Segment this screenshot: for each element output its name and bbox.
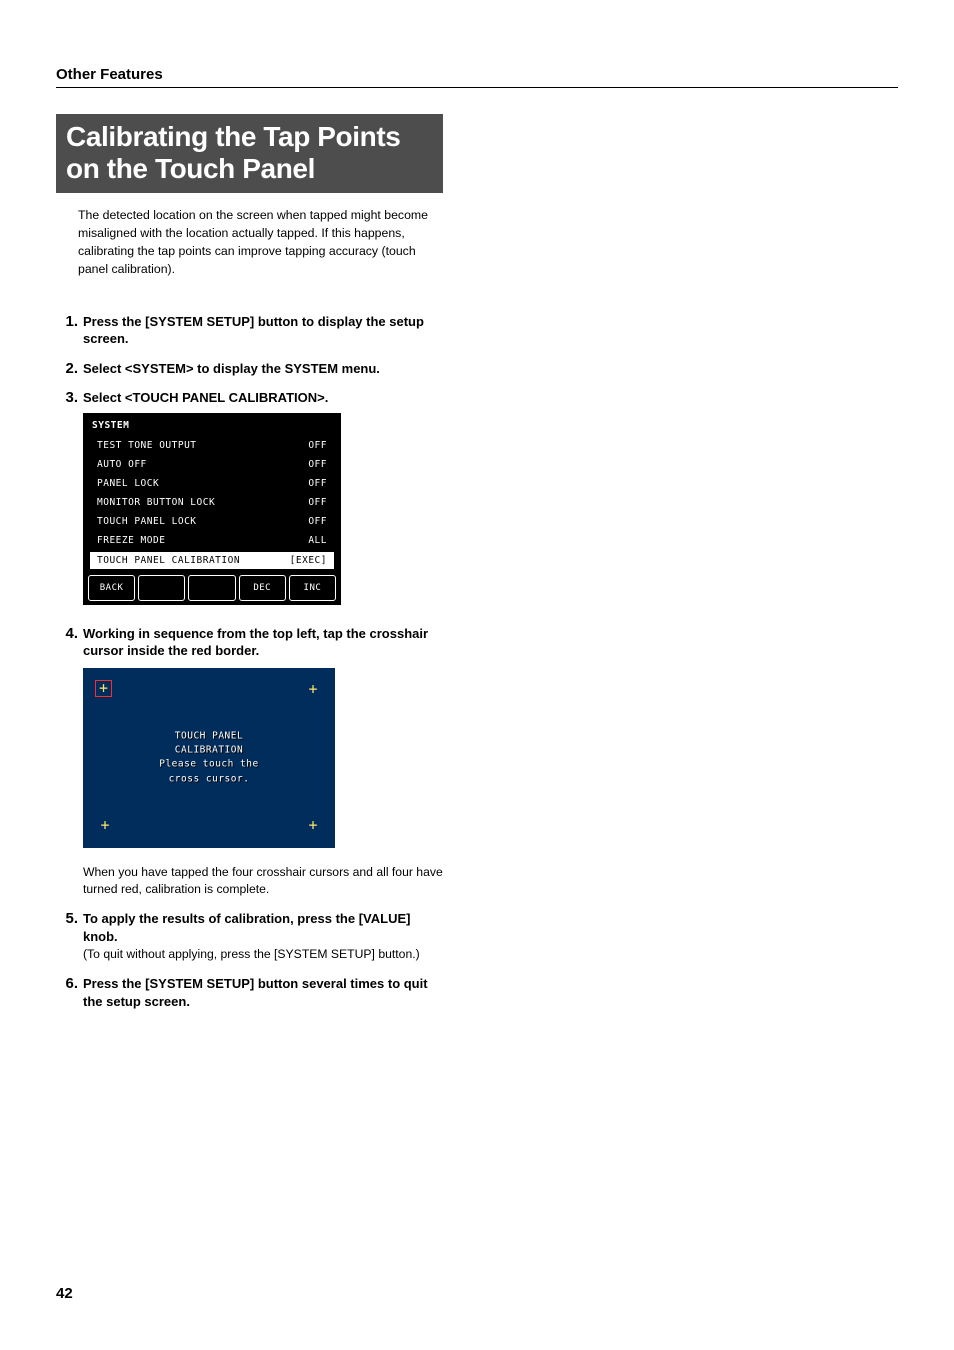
row-label: TEST TONE OUTPUT (97, 440, 197, 451)
step-subtext: (To quit without applying, press the [SY… (83, 946, 446, 963)
system-menu-row: PANEL LOCK OFF (87, 474, 337, 493)
inc-button: INC (289, 575, 336, 601)
row-label: TOUCH PANEL LOCK (97, 516, 197, 527)
step-text: Working in sequence from the top left, t… (83, 625, 446, 660)
calib-line2: Please touch the cross cursor. (146, 758, 272, 787)
system-menu-title: SYSTEM (87, 417, 337, 436)
back-button: BACK (88, 575, 135, 601)
calib-line1: TOUCH PANEL CALIBRATION (146, 729, 272, 758)
blank-button (138, 575, 185, 601)
row-label: PANEL LOCK (97, 478, 159, 489)
system-menu-row-selected: TOUCH PANEL CALIBRATION [EXEC] (90, 552, 334, 569)
row-value: OFF (308, 497, 327, 508)
row-label: AUTO OFF (97, 459, 147, 470)
row-value: OFF (308, 516, 327, 527)
breadcrumb: Other Features (56, 66, 898, 88)
step-number: 3. (56, 389, 78, 407)
row-value: OFF (308, 459, 327, 470)
step-number: 4. (56, 625, 78, 660)
step-text: Press the [SYSTEM SETUP] button several … (83, 975, 446, 1010)
step-4: 4. Working in sequence from the top left… (56, 625, 898, 898)
step-number: 6. (56, 975, 78, 1010)
row-label: TOUCH PANEL CALIBRATION (97, 555, 240, 566)
intro-paragraph: The detected location on the screen when… (78, 207, 438, 278)
system-menu-row: MONITOR BUTTON LOCK OFF (87, 493, 337, 512)
row-value: OFF (308, 478, 327, 489)
crosshair-icon: + (305, 818, 321, 834)
step-text: To apply the results of calibration, pre… (83, 910, 446, 945)
step-5: 5. To apply the results of calibration, … (56, 910, 898, 963)
crosshair-icon: + (305, 682, 321, 698)
crosshair-icon: + (95, 680, 112, 697)
row-value: ALL (308, 535, 327, 546)
crosshair-icon: + (97, 818, 113, 834)
step-text: Select <TOUCH PANEL CALIBRATION>. (83, 389, 446, 407)
system-menu-row: TEST TONE OUTPUT OFF (87, 436, 337, 455)
system-menu-row: FREEZE MODE ALL (87, 531, 337, 550)
row-label: FREEZE MODE (97, 535, 165, 546)
system-menu-row: AUTO OFF OFF (87, 455, 337, 474)
row-label: MONITOR BUTTON LOCK (97, 497, 215, 508)
step-text: Press the [SYSTEM SETUP] button to displ… (83, 313, 446, 348)
system-menu-buttons: BACK DEC INC (87, 575, 337, 601)
system-menu-row: TOUCH PANEL LOCK OFF (87, 512, 337, 531)
calibration-note: When you have tapped the four crosshair … (83, 864, 443, 898)
step-1: 1. Press the [SYSTEM SETUP] button to di… (56, 313, 898, 348)
step-number: 5. (56, 910, 78, 963)
page-title: Calibrating the Tap Points on the Touch … (56, 114, 443, 193)
step-text: Select <SYSTEM> to display the SYSTEM me… (83, 360, 446, 378)
blank-button (188, 575, 235, 601)
step-number: 1. (56, 313, 78, 348)
steps-list: 1. Press the [SYSTEM SETUP] button to di… (56, 313, 898, 1011)
system-menu-screenshot: SYSTEM TEST TONE OUTPUT OFF AUTO OFF OFF… (83, 413, 341, 605)
step-6: 6. Press the [SYSTEM SETUP] button sever… (56, 975, 898, 1010)
calibration-screenshot: + + + + TOUCH PANEL CALIBRATION Please t… (83, 668, 335, 848)
dec-button: DEC (239, 575, 286, 601)
row-value: [EXEC] (290, 555, 327, 566)
step-2: 2. Select <SYSTEM> to display the SYSTEM… (56, 360, 898, 378)
calibration-message: TOUCH PANEL CALIBRATION Please touch the… (146, 729, 272, 786)
page-number: 42 (56, 1285, 73, 1302)
step-number: 2. (56, 360, 78, 378)
step-3: 3. Select <TOUCH PANEL CALIBRATION>. SYS… (56, 389, 898, 605)
row-value: OFF (308, 440, 327, 451)
